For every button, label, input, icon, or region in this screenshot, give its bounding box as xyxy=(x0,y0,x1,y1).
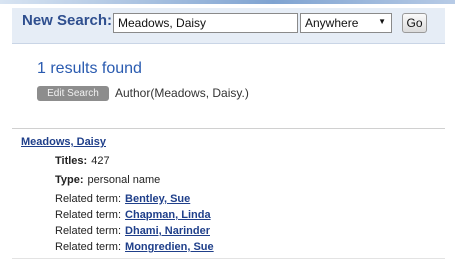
titles-row: Titles: 427 xyxy=(55,155,110,167)
scope-select[interactable]: Anywhere ▼ xyxy=(300,13,392,33)
related-term-row: Related term: Mongredien, Sue xyxy=(55,241,214,253)
titles-label: Titles: xyxy=(55,155,88,167)
related-term-link[interactable]: Chapman, Linda xyxy=(125,209,211,221)
related-term-label: Related term: xyxy=(55,193,122,205)
titles-count: 427 xyxy=(91,155,110,167)
chevron-down-icon: ▼ xyxy=(378,17,386,26)
related-term-label: Related term: xyxy=(55,241,122,253)
new-search-label: New Search: xyxy=(22,12,113,29)
related-term-row: Related term: Bentley, Sue xyxy=(55,193,190,205)
type-row: Type: personal name xyxy=(55,174,160,186)
go-button[interactable]: Go xyxy=(402,13,427,33)
divider xyxy=(12,128,445,129)
type-value: personal name xyxy=(87,174,161,186)
top-banner-strip xyxy=(0,0,455,4)
bottom-divider xyxy=(12,258,445,259)
edit-search-button[interactable]: Edit Search xyxy=(37,86,109,101)
related-term-label: Related term: xyxy=(55,209,122,221)
related-term-link[interactable]: Mongredien, Sue xyxy=(125,241,214,253)
search-input[interactable] xyxy=(113,13,298,33)
related-term-row: Related term: Dhami, Narinder xyxy=(55,225,210,237)
query-summary: Author(Meadows, Daisy.) xyxy=(115,86,249,100)
type-label: Type: xyxy=(55,174,84,186)
results-count: 1 results found xyxy=(37,60,142,77)
related-term-label: Related term: xyxy=(55,225,122,237)
related-term-link[interactable]: Bentley, Sue xyxy=(125,193,190,205)
author-link[interactable]: Meadows, Daisy xyxy=(21,136,106,148)
related-term-row: Related term: Chapman, Linda xyxy=(55,209,211,221)
scope-selected-value: Anywhere xyxy=(305,16,359,30)
related-term-link[interactable]: Dhami, Narinder xyxy=(125,225,210,237)
